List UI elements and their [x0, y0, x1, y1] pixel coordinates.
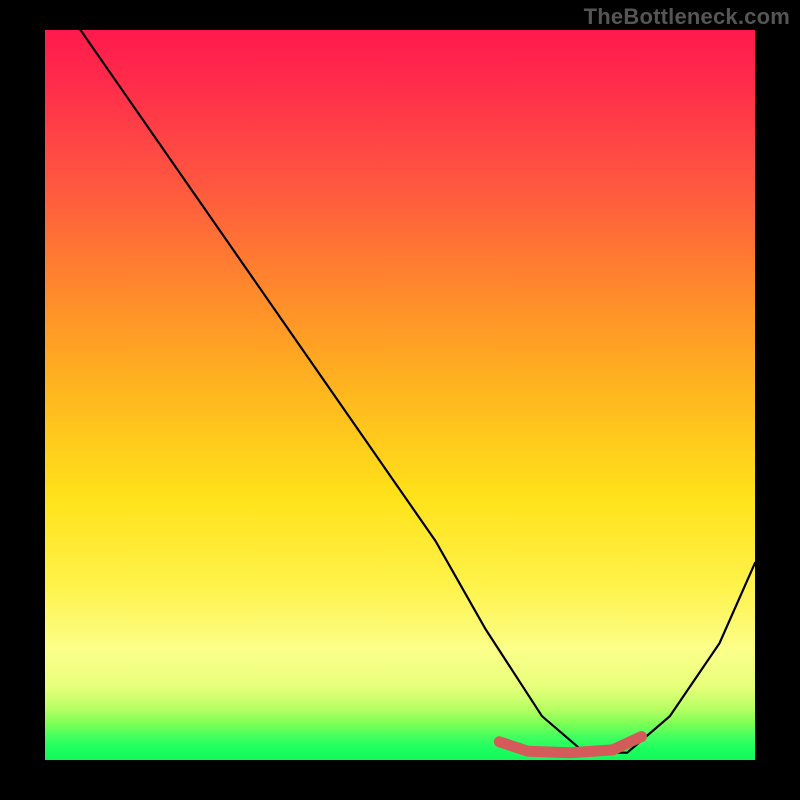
series-curve: [81, 30, 756, 753]
watermark-text: TheBottleneck.com: [584, 4, 790, 30]
highlight-segment: [499, 737, 641, 753]
plot-area: [45, 30, 755, 760]
chart-svg: [45, 30, 755, 760]
chart-frame: TheBottleneck.com: [0, 0, 800, 800]
